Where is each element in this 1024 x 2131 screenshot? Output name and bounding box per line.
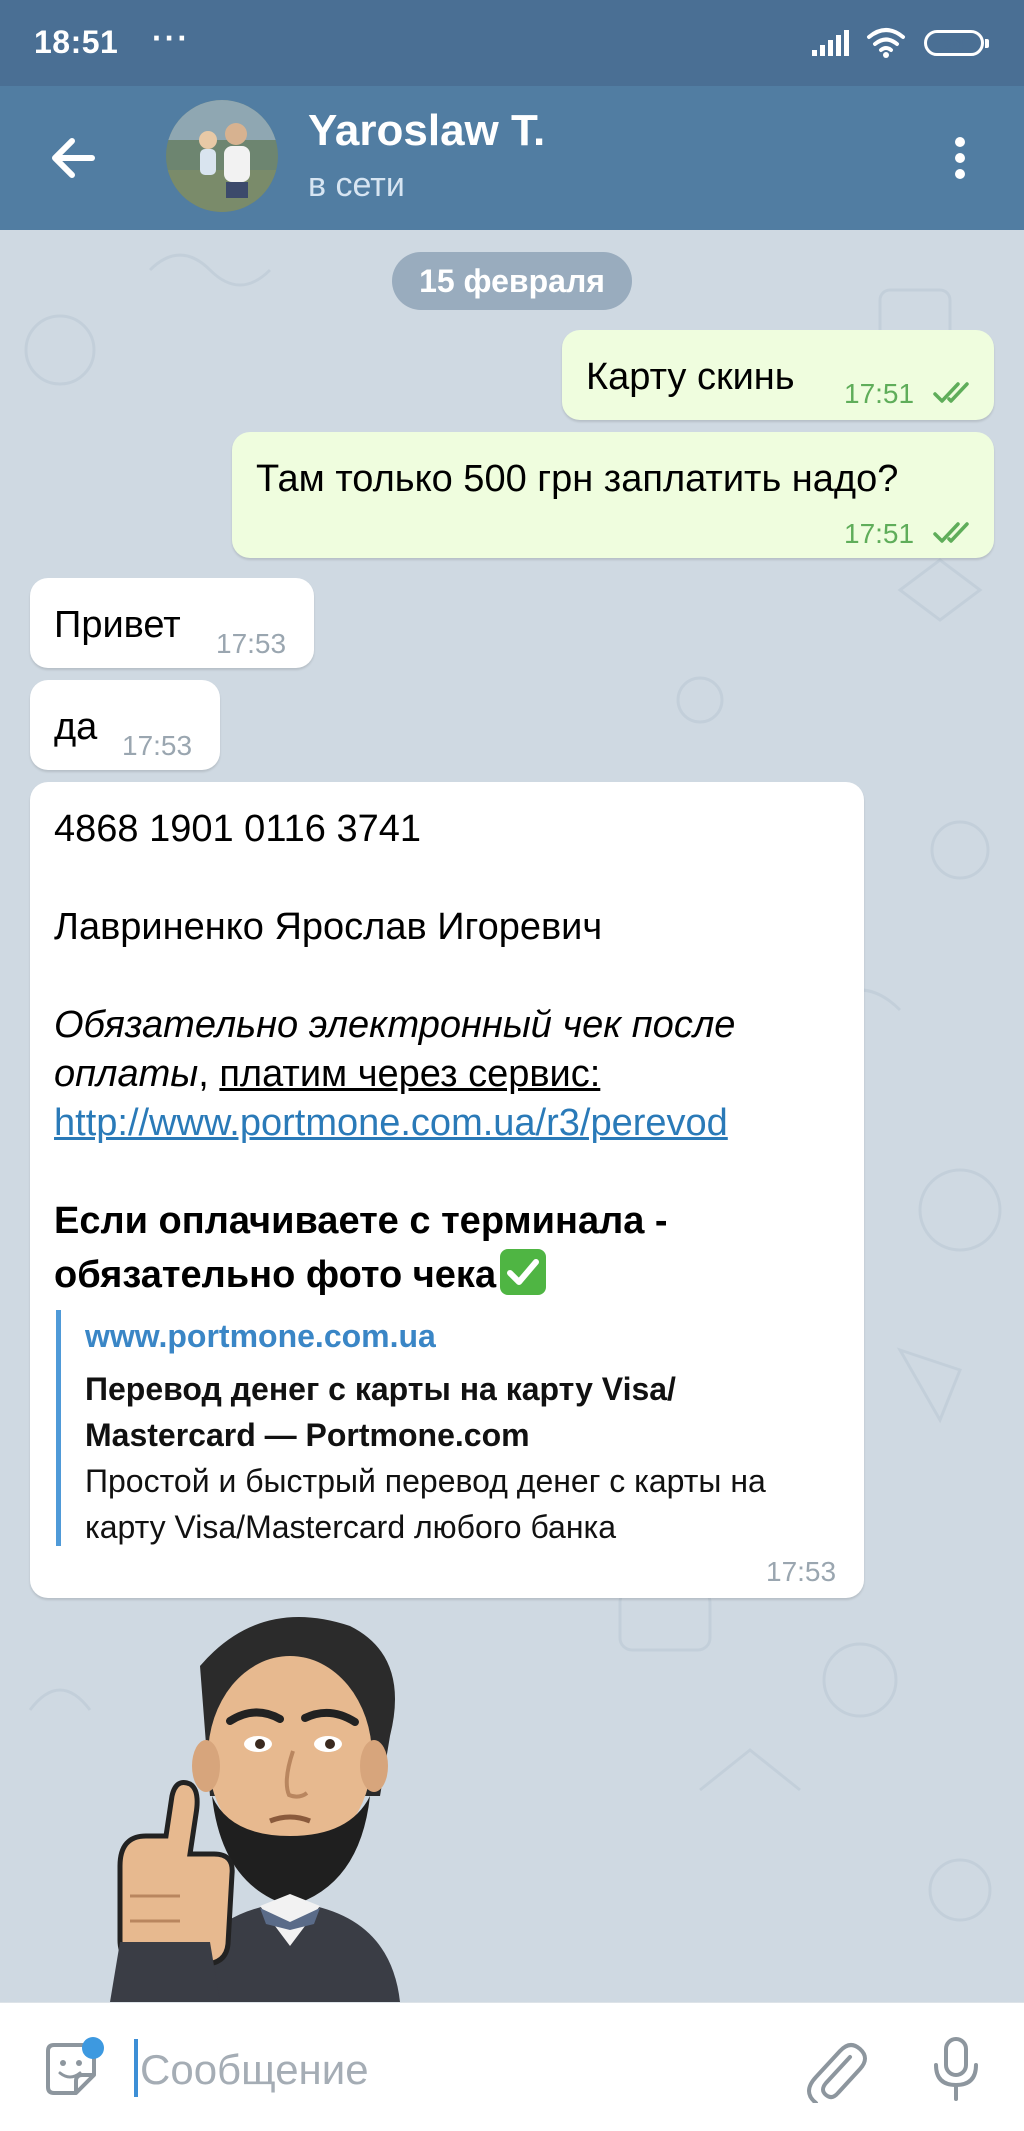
terminal-note-line: обязательно фото чека <box>54 1249 547 1297</box>
message-outgoing[interactable]: Карту скинь 17:51 <box>562 330 994 420</box>
message-text: Карту скинь <box>586 356 795 398</box>
status-bar: 18:51 ··· 94 <box>0 0 1024 86</box>
message-incoming[interactable]: да 17:53 <box>30 680 220 770</box>
message-time: 17:53 <box>766 1556 837 1587</box>
message-time: 17:51 <box>844 378 915 409</box>
double-check-icon <box>933 382 969 403</box>
more-vertical-icon[interactable] <box>940 128 980 188</box>
message-text: да <box>54 706 98 748</box>
double-check-icon <box>933 522 969 543</box>
message-text: Там только 500 грн заплатить надо? <box>256 458 899 500</box>
new-stickers-badge <box>82 2037 104 2059</box>
card-number-text: 4868 1901 0116 3741 <box>54 808 421 850</box>
status-time: 18:51 <box>34 24 119 60</box>
terminal-note-text: Если оплачиваете с терминала - <box>54 1200 668 1242</box>
battery-level: 94 <box>943 33 965 53</box>
message-input-bar <box>0 2002 1024 2131</box>
message-input[interactable] <box>138 2039 782 2101</box>
paperclip-icon[interactable] <box>806 2037 868 2103</box>
arrow-left-icon[interactable] <box>44 128 104 188</box>
link-preview-description: Простой и быстрый перевод денег с карты … <box>85 1463 766 1545</box>
message-time: 17:53 <box>122 730 193 761</box>
microphone-icon[interactable] <box>926 2035 986 2105</box>
comma-text: , <box>198 1053 220 1095</box>
chat-screen: 18:51 ··· 94 Yaroslaw T. в сети 15 февра… <box>0 0 1024 2131</box>
recipient-name-text: Лавриненко Ярослав Игоревич <box>54 906 603 948</box>
message-incoming[interactable]: 4868 1901 0116 3741 Лавриненко Ярослав И… <box>30 782 864 1598</box>
service-note-text: платим через сервис: <box>219 1053 601 1095</box>
message-time: 17:53 <box>216 628 287 659</box>
avatar[interactable] <box>166 100 278 212</box>
link-preview-title: Перевод денег с карты на карту Visa/ Mas… <box>85 1371 676 1453</box>
lincoln-thumbs-up-sticker[interactable] <box>110 1606 480 2002</box>
message-outgoing[interactable]: Там только 500 грн заплатить надо? 17:51 <box>232 432 994 558</box>
signal-icon <box>812 30 849 56</box>
payment-link[interactable]: http://www.portmone.com.ua/r3/perevod <box>54 1102 728 1145</box>
receipt-note-text-end: оплаты <box>54 1053 199 1095</box>
battery-icon: 94 <box>924 30 989 56</box>
notification-dots: ··· <box>152 20 190 56</box>
message-text: Привет <box>54 604 181 646</box>
contact-name[interactable]: Yaroslaw T. <box>308 106 545 156</box>
message-time: 17:51 <box>844 518 915 549</box>
wifi-icon <box>867 28 905 58</box>
receipt-note-text: Обязательно электронный чек после <box>54 1004 736 1046</box>
chat-header: Yaroslaw T. в сети <box>0 86 1024 230</box>
terminal-note-text-end: обязательно фото чека <box>54 1254 497 1296</box>
receipt-note-line: оплаты, платим через сервис: <box>54 1053 600 1096</box>
date-separator: 15 февраля <box>392 252 632 310</box>
link-preview[interactable]: www.portmone.com.ua Перевод денег с карт… <box>56 1310 836 1546</box>
message-incoming[interactable]: Привет 17:53 <box>30 578 314 668</box>
contact-status: в сети <box>308 166 405 204</box>
link-preview-site: www.portmone.com.ua <box>85 1318 436 1354</box>
check-mark-emoji-icon <box>500 1249 547 1295</box>
